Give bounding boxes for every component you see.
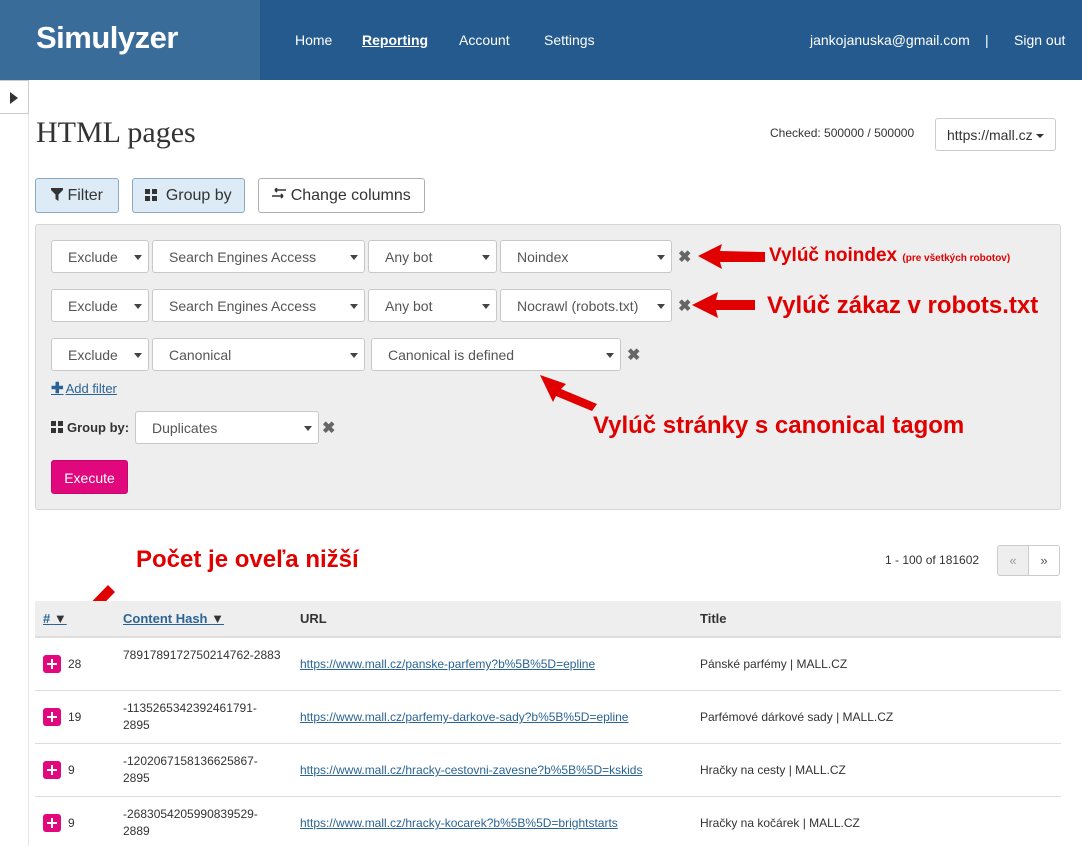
group-by-select[interactable]: Duplicates	[135, 411, 319, 444]
row-title: Hračky na kočárek | MALL.CZ	[700, 816, 860, 830]
results-table-header: # ▼ Content Hash ▼ URL Title	[35, 601, 1061, 638]
brand-logo[interactable]: Simulyzer	[36, 20, 178, 56]
expand-plus-icon[interactable]	[43, 761, 61, 779]
plus-icon: ✚	[51, 380, 64, 397]
play-arrow-icon	[10, 92, 18, 104]
sort-desc-icon: ▼	[53, 611, 67, 626]
change-columns-button[interactable]: Change columns	[258, 178, 425, 213]
column-hash-header[interactable]: Content Hash ▼	[123, 611, 224, 626]
row-count: 9	[68, 763, 75, 777]
row-content-hash: -2683054205990839529-2889	[123, 807, 258, 838]
filter-3-mode-select[interactable]: Exclude	[51, 338, 149, 371]
pagination-info: 1 - 100 of 181602	[885, 553, 980, 567]
row-content-hash: -1135265342392461791-2895	[123, 701, 257, 732]
column-hash-label: Content Hash	[123, 611, 208, 626]
row-url-link[interactable]: https://www.mall.cz/hracky-kocarek?b%5B%…	[300, 816, 618, 830]
row-content-hash: -1202067158136625867-2895	[123, 754, 258, 785]
filter-3-remove-icon[interactable]: ✖	[627, 345, 640, 365]
sidebar-toggle-button[interactable]	[0, 80, 29, 114]
expand-plus-icon[interactable]	[43, 814, 61, 832]
filter-2-mode-select[interactable]: Exclude	[51, 289, 149, 322]
column-url-header: URL	[300, 611, 327, 626]
filter-2-bot-select[interactable]: Any bot	[368, 289, 497, 322]
nav-reporting[interactable]: Reporting	[362, 32, 428, 48]
filter-3-field-select[interactable]: Canonical	[152, 338, 365, 371]
funnel-icon	[50, 188, 63, 201]
pagination-prev-button[interactable]: «	[997, 545, 1029, 576]
change-columns-label: Change columns	[290, 187, 411, 204]
filter-1-field-select[interactable]: Search Engines Access	[152, 240, 365, 273]
row-content-hash: 7891789172750214762-2883	[123, 648, 281, 662]
filter-2-remove-icon[interactable]: ✖	[678, 296, 691, 316]
group-by-label-text: Group by:	[67, 420, 130, 435]
row-count: 19	[68, 710, 82, 724]
site-select-value: https://mall.cz	[947, 127, 1033, 143]
filter-button-label: Filter	[67, 187, 103, 204]
sort-desc-icon: ▼	[211, 611, 224, 626]
annotation-noindex-text: Vylúč noindex	[769, 245, 898, 266]
group-by-remove-icon[interactable]: ✖	[322, 418, 335, 438]
row-title: Pánské parfémy | MALL.CZ	[700, 657, 848, 671]
nav-separator: |	[985, 32, 989, 48]
annotation-noindex: Vylúč noindex (pre všetkých robotov)	[769, 245, 1010, 267]
column-count-header[interactable]: # ▼	[43, 611, 67, 626]
group-by-button[interactable]: Group by	[132, 178, 245, 213]
checked-status: Checked: 500000 / 500000	[770, 126, 915, 140]
row-url-link[interactable]: https://www.mall.cz/parfemy-darkove-sady…	[300, 710, 628, 724]
grid-icon	[51, 421, 63, 433]
filter-1-mode-select[interactable]: Exclude	[51, 240, 149, 273]
table-row: 9 -2683054205990839529-2889 https://www.…	[35, 797, 1061, 846]
row-count: 28	[68, 657, 82, 671]
page-title: HTML pages	[36, 116, 196, 149]
row-title: Parfémové dárkové sady | MALL.CZ	[700, 710, 894, 724]
chevron-down-icon	[1035, 134, 1044, 139]
expand-plus-icon[interactable]	[43, 655, 61, 673]
row-count: 9	[68, 816, 75, 830]
annotation-canonical: Vylúč stránky s canonical tagom	[593, 412, 965, 439]
sidebar-divider	[28, 114, 29, 846]
nav-home[interactable]: Home	[295, 32, 332, 48]
filter-1-bot-select[interactable]: Any bot	[368, 240, 497, 273]
filter-1-value-select[interactable]: Noindex	[500, 240, 672, 273]
filter-1-remove-icon[interactable]: ✖	[678, 247, 691, 267]
row-title: Hračky na cesty | MALL.CZ	[700, 763, 846, 777]
expand-plus-icon[interactable]	[43, 708, 61, 726]
top-navbar: Simulyzer Home Reporting Account Setting…	[0, 0, 1082, 80]
filter-2-field-select[interactable]: Search Engines Access	[152, 289, 365, 322]
table-row: 19 -1135265342392461791-2895 https://www…	[35, 691, 1061, 744]
filter-button[interactable]: Filter	[35, 178, 119, 213]
column-title-header: Title	[700, 611, 727, 626]
site-select[interactable]: https://mall.cz	[935, 118, 1056, 151]
nav-account[interactable]: Account	[459, 32, 510, 48]
annotation-robots: Vylúč zákaz v robots.txt	[767, 292, 1039, 319]
user-email[interactable]: jankojanuska@gmail.com	[810, 32, 970, 48]
sign-out-link[interactable]: Sign out	[1014, 32, 1065, 48]
annotation-noindex-small: (pre všetkých robotov)	[902, 253, 1011, 264]
annotation-count: Počet je oveľa nižší	[136, 546, 359, 573]
column-count-label: #	[43, 611, 51, 626]
group-by-button-label: Group by	[165, 187, 232, 204]
grid-icon	[145, 189, 158, 201]
filter-3-value-select[interactable]: Canonical is defined	[371, 338, 621, 371]
table-row: 9 -1202067158136625867-2895 https://www.…	[35, 744, 1061, 797]
execute-button[interactable]: Execute	[51, 460, 128, 494]
group-by-label: Group by:	[51, 420, 129, 435]
row-url-link[interactable]: https://www.mall.cz/panske-parfemy?b%5B%…	[300, 657, 595, 671]
row-url-link[interactable]: https://www.mall.cz/hracky-cestovni-zave…	[300, 763, 642, 777]
pagination-next-button[interactable]: »	[1028, 545, 1060, 576]
brand-area: Simulyzer	[0, 0, 260, 80]
nav-settings[interactable]: Settings	[544, 32, 595, 48]
swap-arrows-icon	[272, 187, 287, 199]
add-filter-label: Add filter	[65, 381, 117, 396]
table-row: 28 7891789172750214762-2883 https://www.…	[35, 638, 1061, 691]
filter-2-value-select[interactable]: Nocrawl (robots.txt)	[500, 289, 672, 322]
add-filter-link[interactable]: ✚ Add filter	[51, 379, 117, 397]
